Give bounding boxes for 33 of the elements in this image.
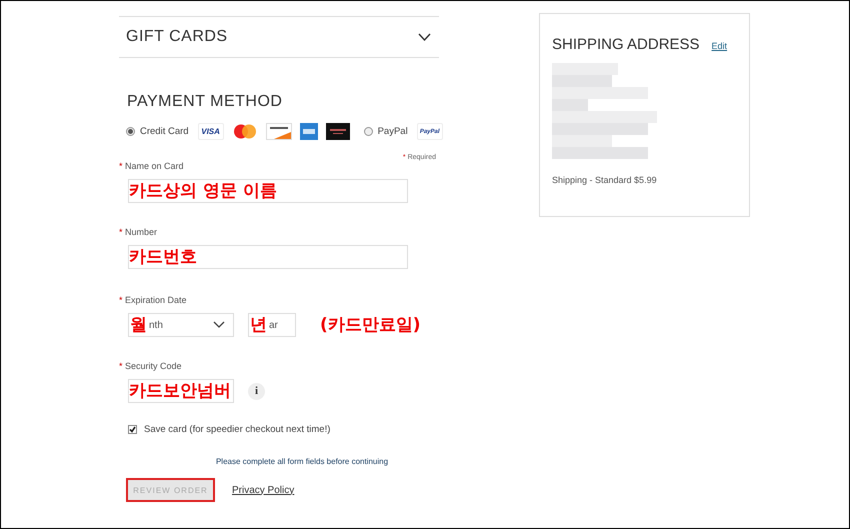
card-logo-icon xyxy=(326,123,350,140)
select-text: ar xyxy=(269,320,278,330)
privacy-policy-link[interactable]: Privacy Policy xyxy=(232,484,294,496)
input-field[interactable]: 카드상의 영문 이름 xyxy=(128,179,408,203)
annotation-text: 년 xyxy=(250,315,267,335)
field-label: * Name on Card xyxy=(119,161,185,171)
field-label: * Expiration Date xyxy=(119,295,188,305)
select-text: nth xyxy=(149,320,163,330)
card-logo-icon xyxy=(300,123,318,140)
card-logo-icon xyxy=(266,123,292,140)
annotation-text: (카드만료일) xyxy=(320,315,421,335)
info-icon[interactable]: i xyxy=(248,382,265,400)
visa-logo: VISA xyxy=(198,123,224,140)
field-label: * Number xyxy=(119,227,158,237)
gift-cards-header[interactable]: GIFT CARDS xyxy=(119,16,439,58)
input-field[interactable]: 카드번호 xyxy=(128,245,408,269)
checkbox-label: Save card (for speedier checkout next time!) xyxy=(144,424,330,435)
checkbox[interactable] xyxy=(128,425,137,434)
section-title: PAYMENT METHOD xyxy=(127,93,284,111)
section-title: SHIPPING ADDRESS xyxy=(552,36,700,53)
chevron-down-icon xyxy=(213,321,225,329)
shipping-method: Shipping - Standard $5.99 xyxy=(552,175,658,185)
interlocking-circles-icon xyxy=(232,123,258,140)
annotation-text: 카드번호 xyxy=(129,247,197,267)
field-label: * Security Code xyxy=(119,361,183,371)
annotation-text: 월 xyxy=(130,315,147,335)
radio-button[interactable] xyxy=(126,127,135,136)
radio-button[interactable] xyxy=(364,127,373,136)
validation-message: Please complete all form fields before continuing xyxy=(216,457,388,466)
radio-label: Credit Card xyxy=(140,126,189,137)
edit-link[interactable]: Edit xyxy=(712,41,728,51)
annotation-text: 카드상의 영문 이름 xyxy=(129,181,277,201)
radio-label: PayPal xyxy=(378,126,408,137)
